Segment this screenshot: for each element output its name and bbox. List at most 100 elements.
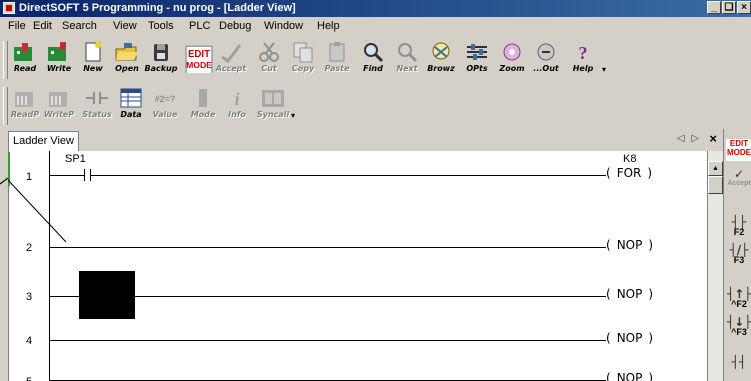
browse-label: Browz (427, 64, 455, 73)
info-button[interactable]: i Info (220, 87, 254, 125)
browse-icon (432, 42, 450, 60)
tab-scroll-arrows-icon[interactable]: ◁ ▷ (677, 133, 701, 144)
sync-label: Syncall (256, 110, 290, 119)
help-button[interactable]: ? Help (566, 41, 600, 79)
backup-button[interactable]: Backup (144, 41, 178, 79)
tab-ladder-view[interactable]: Ladder View (8, 131, 79, 151)
sync-button[interactable]: Syncall (256, 87, 290, 125)
menu-file[interactable]: File (8, 20, 26, 32)
tab-close-icon[interactable]: × (709, 131, 717, 146)
accept-label: Accept (215, 64, 247, 73)
contact-rising-edge-icon: ┤↑├ (727, 287, 751, 301)
menu-search[interactable]: Search (62, 20, 97, 32)
scroll-up-icon[interactable]: ▲ (708, 161, 723, 176)
zoom-out-label: ...Out (533, 64, 559, 73)
zoom-label: Zoom (499, 64, 525, 73)
status-icon (86, 92, 108, 104)
write-program-label: WriteP (43, 110, 75, 119)
coil-instruction[interactable]: (FOR) (606, 166, 652, 180)
zoom-button[interactable]: Zoom (495, 41, 529, 79)
palette-contact-nc-button[interactable]: ┤/├ F3 (727, 244, 751, 265)
value-button[interactable]: #2=? Value (148, 87, 182, 125)
contact-more-icon: ┤┤ (731, 355, 747, 369)
paste-icon (329, 42, 345, 62)
new-button[interactable]: New (76, 41, 110, 79)
help-label: Help (572, 64, 594, 73)
vertical-scrollbar[interactable]: ▲ (707, 151, 724, 381)
menu-bar: File Edit Search View Tools PLC Debug Wi… (0, 17, 751, 37)
cursor-block[interactable] (79, 271, 135, 319)
cut-button[interactable]: Cut (252, 41, 286, 79)
edit-mode-icon: EDITMODE (185, 45, 213, 73)
status-button[interactable]: Status (80, 87, 114, 125)
new-icon (85, 42, 101, 62)
coil-instruction[interactable]: (NOP) (606, 331, 653, 345)
rung-line (50, 175, 606, 176)
menu-plc[interactable]: PLC (189, 20, 210, 32)
window-controls: _ ❑ × (706, 1, 751, 18)
next-label: Next (396, 64, 418, 73)
accept-icon (221, 44, 242, 63)
coil-instruction[interactable]: (NOP) (606, 371, 653, 381)
menu-help[interactable]: Help (317, 20, 340, 32)
browse-button[interactable]: Browz (424, 41, 458, 79)
app-icon[interactable] (3, 2, 15, 14)
mode-button[interactable]: Mode (186, 87, 220, 125)
palette-contact-rising-button[interactable]: ┤↑├ ^F2 (727, 287, 751, 309)
write-button[interactable]: Write (42, 41, 76, 79)
main-toolbar: Read Write New Open Backup EDIT MODE Acce… (0, 37, 751, 83)
palette-contact-falling-button[interactable]: ┤↓├ ^F3 (727, 315, 751, 337)
open-button[interactable]: Open (110, 41, 144, 79)
coil-name: FOR (616, 166, 642, 180)
close-button[interactable]: × (737, 1, 751, 14)
ladder-view[interactable]: 1 SP1 K8 (FOR) 2 (NOP) 3 (NOP) 4 (NOP) 5… (8, 151, 708, 381)
info-icon: i (234, 89, 239, 109)
minimize-button[interactable]: _ (707, 1, 721, 14)
read-program-label: ReadP (10, 110, 40, 119)
read-program-button[interactable]: ReadP (8, 87, 42, 125)
write-label: Write (46, 64, 72, 73)
palette-edit-mode-icon[interactable]: EDIT MODE (726, 139, 751, 161)
cut-label: Cut (261, 64, 277, 73)
data-button[interactable]: Data (114, 87, 148, 125)
menu-debug[interactable]: Debug (219, 20, 251, 32)
menu-window[interactable]: Window (264, 20, 303, 32)
find-button[interactable]: Find (356, 41, 390, 79)
toolbar1-chevron-down-icon[interactable]: ▾ (602, 65, 606, 74)
restore-button[interactable]: ❑ (722, 1, 736, 14)
paste-button[interactable]: Paste (320, 41, 354, 79)
backup-label: Backup (144, 64, 178, 73)
normally-open-contact[interactable] (84, 169, 91, 181)
coil-instruction[interactable]: (NOP) (606, 287, 653, 301)
toolbar2-chevron-down-icon[interactable]: ▾ (291, 111, 295, 120)
palette-contact-more-button[interactable]: ┤┤ (727, 355, 751, 369)
menu-view[interactable]: View (113, 20, 137, 32)
mode-icon (199, 89, 207, 107)
read-button[interactable]: Read (8, 41, 42, 79)
copy-button[interactable]: Copy (286, 41, 320, 79)
next-button[interactable]: Next (390, 41, 424, 79)
accept-button[interactable]: Accept (214, 41, 248, 79)
status-label: Status (82, 110, 112, 119)
coil-instruction[interactable]: (NOP) (606, 238, 653, 252)
new-label: New (83, 64, 103, 73)
menu-tools[interactable]: Tools (148, 20, 174, 32)
contact-falling-edge-icon: ┤↓├ (727, 315, 751, 329)
coil-name: NOP (616, 331, 643, 345)
options-icon (467, 44, 487, 60)
plc-toolbar: ReadP WriteP Status Data #2=? Value Mode… (0, 83, 751, 129)
palette-key-label: ^F3 (731, 327, 747, 337)
write-program-button[interactable]: WriteP (42, 87, 76, 125)
copy-label: Copy (291, 64, 315, 73)
open-label: Open (115, 64, 139, 73)
rung-number: 3 (25, 291, 33, 303)
zoom-out-button[interactable]: ...Out (529, 41, 563, 79)
palette-accept-button[interactable]: ✓ Accept (727, 167, 751, 189)
scroll-thumb[interactable] (708, 176, 723, 194)
edit-mode-button[interactable]: EDIT MODE (182, 41, 216, 79)
options-button[interactable]: OPts (460, 41, 494, 79)
zoom-out-icon (537, 43, 555, 61)
palette-contact-no-button[interactable]: ┤├ F2 (727, 216, 751, 237)
menu-edit[interactable]: Edit (33, 20, 52, 32)
palette-accept-icon: ✓ (733, 167, 745, 181)
